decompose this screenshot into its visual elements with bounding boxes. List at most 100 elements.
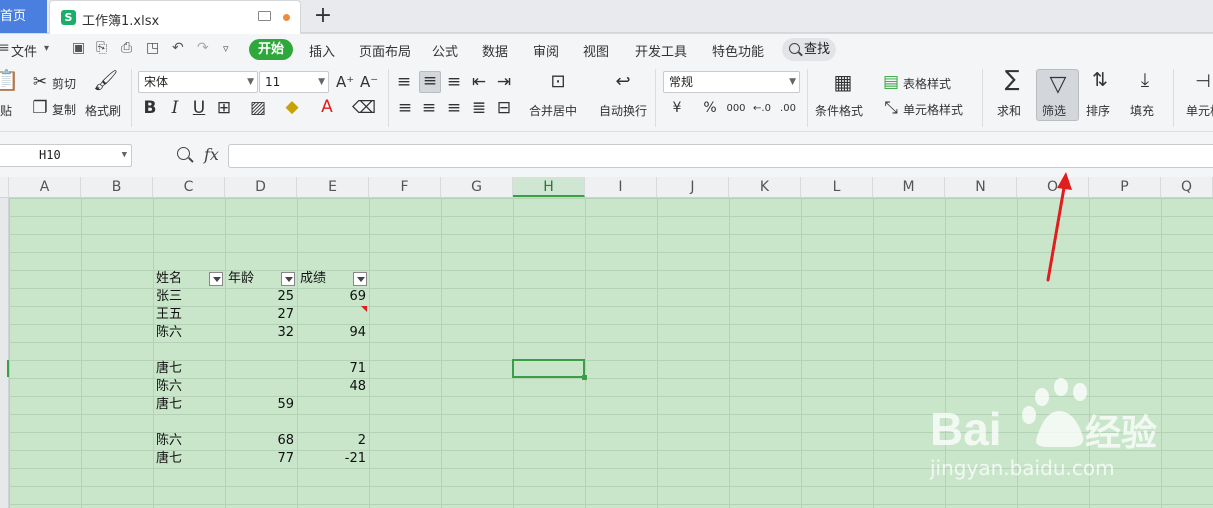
table-cell[interactable]: 77 [225, 450, 294, 468]
column-header-e[interactable]: E [297, 177, 369, 197]
menu-developer[interactable]: 开发工具 [635, 41, 687, 60]
cell-icon[interactable]: ⊣ [1192, 73, 1213, 91]
percent-button[interactable]: % [701, 99, 719, 117]
column-header-m[interactable]: M [873, 177, 945, 197]
align-left-icon[interactable]: ≡ [396, 99, 414, 117]
table-cell[interactable]: 48 [297, 378, 366, 396]
chevron-down-icon[interactable]: ▾ [44, 43, 49, 54]
sum-icon[interactable]: ∑ [1000, 69, 1024, 91]
column-header-l[interactable]: L [801, 177, 873, 197]
font-size-select[interactable]: 11 ▼ [259, 71, 329, 93]
table-cell[interactable]: 25 [225, 288, 294, 306]
align-middle-icon[interactable]: ≡ [419, 71, 441, 93]
cut-button[interactable]: 剪切 [52, 75, 76, 92]
column-header-a[interactable]: A [9, 177, 81, 197]
tab-workbook[interactable]: S 工作簿1.xlsx [49, 0, 301, 34]
menu-icon[interactable]: ≡ [0, 40, 10, 56]
row-headers[interactable] [0, 198, 9, 508]
bold-button[interactable]: B [142, 99, 158, 117]
scissors-icon[interactable]: ✂ [31, 73, 49, 91]
indent-decrease-icon[interactable]: ⇤ [470, 73, 488, 91]
table-cell[interactable] [297, 396, 366, 414]
column-header-j[interactable]: J [657, 177, 729, 197]
align-top-icon[interactable]: ≡ [395, 73, 413, 91]
header-cell-name[interactable]: 姓名 [156, 270, 182, 288]
paste-label[interactable]: 贴 [0, 102, 12, 119]
merge-center-icon[interactable]: ⊡ [547, 73, 569, 91]
name-box[interactable]: H10 ▼ [0, 144, 132, 167]
window-icon[interactable] [258, 11, 271, 21]
conditional-format-icon[interactable]: ▦ [831, 72, 855, 92]
table-cell[interactable]: 唐七 [156, 360, 182, 378]
distribute-icon[interactable]: ⊟ [495, 99, 513, 117]
redo-icon[interactable]: ↷ [197, 40, 209, 56]
menu-start[interactable]: 开始 [249, 39, 293, 60]
column-header-n[interactable]: N [945, 177, 1017, 197]
table-cell[interactable]: 94 [297, 324, 366, 342]
header-cell-age[interactable]: 年龄 [228, 270, 254, 288]
menu-page-layout[interactable]: 页面布局 [359, 41, 411, 60]
font-shrink-icon[interactable]: A⁻ [360, 73, 378, 91]
print-icon[interactable]: ⎙ [121, 40, 132, 56]
table-cell[interactable] [225, 378, 294, 396]
fx-button[interactable]: fx [204, 145, 219, 164]
table-cell[interactable]: 2 [297, 432, 366, 450]
table-cell[interactable]: 唐七 [156, 450, 182, 468]
save-icon[interactable]: ▣ [72, 40, 85, 56]
conditional-format-button[interactable]: 条件格式 [815, 102, 863, 119]
tab-home[interactable]: 首页 [0, 0, 47, 33]
zoom-icon[interactable] [177, 147, 190, 160]
border-icon[interactable]: ⊞ [215, 99, 233, 117]
cell-style-icon[interactable]: ⤡ [882, 99, 900, 117]
column-header-b[interactable]: B [81, 177, 153, 197]
filter-dropdown-name[interactable] [209, 272, 223, 286]
table-cell[interactable]: 69 [297, 288, 366, 306]
font-name-select[interactable]: 宋体 ▼ [138, 71, 258, 93]
font-grow-icon[interactable]: A⁺ [336, 73, 354, 91]
currency-button[interactable]: ¥ [668, 99, 686, 117]
align-bottom-icon[interactable]: ≡ [445, 73, 463, 91]
table-cell[interactable]: -21 [297, 450, 366, 468]
fill-button[interactable]: 填充 [1130, 102, 1154, 119]
undo-icon[interactable]: ↶ [172, 40, 184, 56]
fill-pattern-icon[interactable]: ▨ [249, 99, 267, 117]
formula-input[interactable] [228, 144, 1213, 168]
justify-icon[interactable]: ≣ [470, 99, 488, 117]
table-cell[interactable]: 68 [225, 432, 294, 450]
wrap-text-button[interactable]: 自动换行 [599, 102, 647, 119]
new-tab-button[interactable]: + [313, 3, 333, 29]
cell-button[interactable]: 单元格 [1186, 102, 1213, 119]
menu-data[interactable]: 数据 [482, 41, 508, 60]
menu-view[interactable]: 视图 [583, 41, 609, 60]
font-color-icon[interactable]: A [318, 98, 336, 116]
selected-cell-cursor[interactable] [512, 359, 587, 380]
menu-insert[interactable]: 插入 [309, 41, 335, 60]
column-header-k[interactable]: K [729, 177, 801, 197]
menu-special[interactable]: 特色功能 [712, 41, 764, 60]
copy-icon[interactable]: ❐ [31, 99, 49, 117]
search-button[interactable]: 查找 [782, 38, 836, 61]
filter-button[interactable]: ▽ 筛选 [1036, 69, 1079, 121]
column-header-p[interactable]: P [1089, 177, 1161, 197]
filter-dropdown-score[interactable] [353, 272, 367, 286]
table-style-button[interactable]: 表格样式 [903, 75, 951, 92]
copy-button[interactable]: 复制 [52, 101, 76, 118]
table-cell[interactable] [297, 306, 366, 324]
sort-button[interactable]: 排序 [1086, 102, 1110, 119]
comment-indicator[interactable] [361, 306, 367, 312]
table-cell[interactable]: 71 [297, 360, 366, 378]
decimal-decrease-icon[interactable]: .00 [777, 100, 799, 118]
table-cell[interactable]: 张三 [156, 288, 182, 306]
indent-increase-icon[interactable]: ⇥ [495, 73, 513, 91]
cell-style-button[interactable]: 单元格样式 [903, 101, 963, 118]
table-cell[interactable]: 王五 [156, 306, 182, 324]
table-cell[interactable]: 陈六 [156, 378, 182, 396]
sort-icon[interactable]: ⇅ [1088, 71, 1112, 90]
thousands-button[interactable]: 000 [725, 100, 747, 118]
merge-center-button[interactable]: 合并居中 [529, 102, 577, 119]
format-painter-icon[interactable]: 🖌 [93, 70, 118, 90]
table-cell[interactable] [225, 360, 294, 378]
column-header-c[interactable]: C [153, 177, 225, 197]
paste-icon[interactable]: 📋 [0, 70, 19, 90]
table-cell[interactable]: 陈六 [156, 324, 182, 342]
